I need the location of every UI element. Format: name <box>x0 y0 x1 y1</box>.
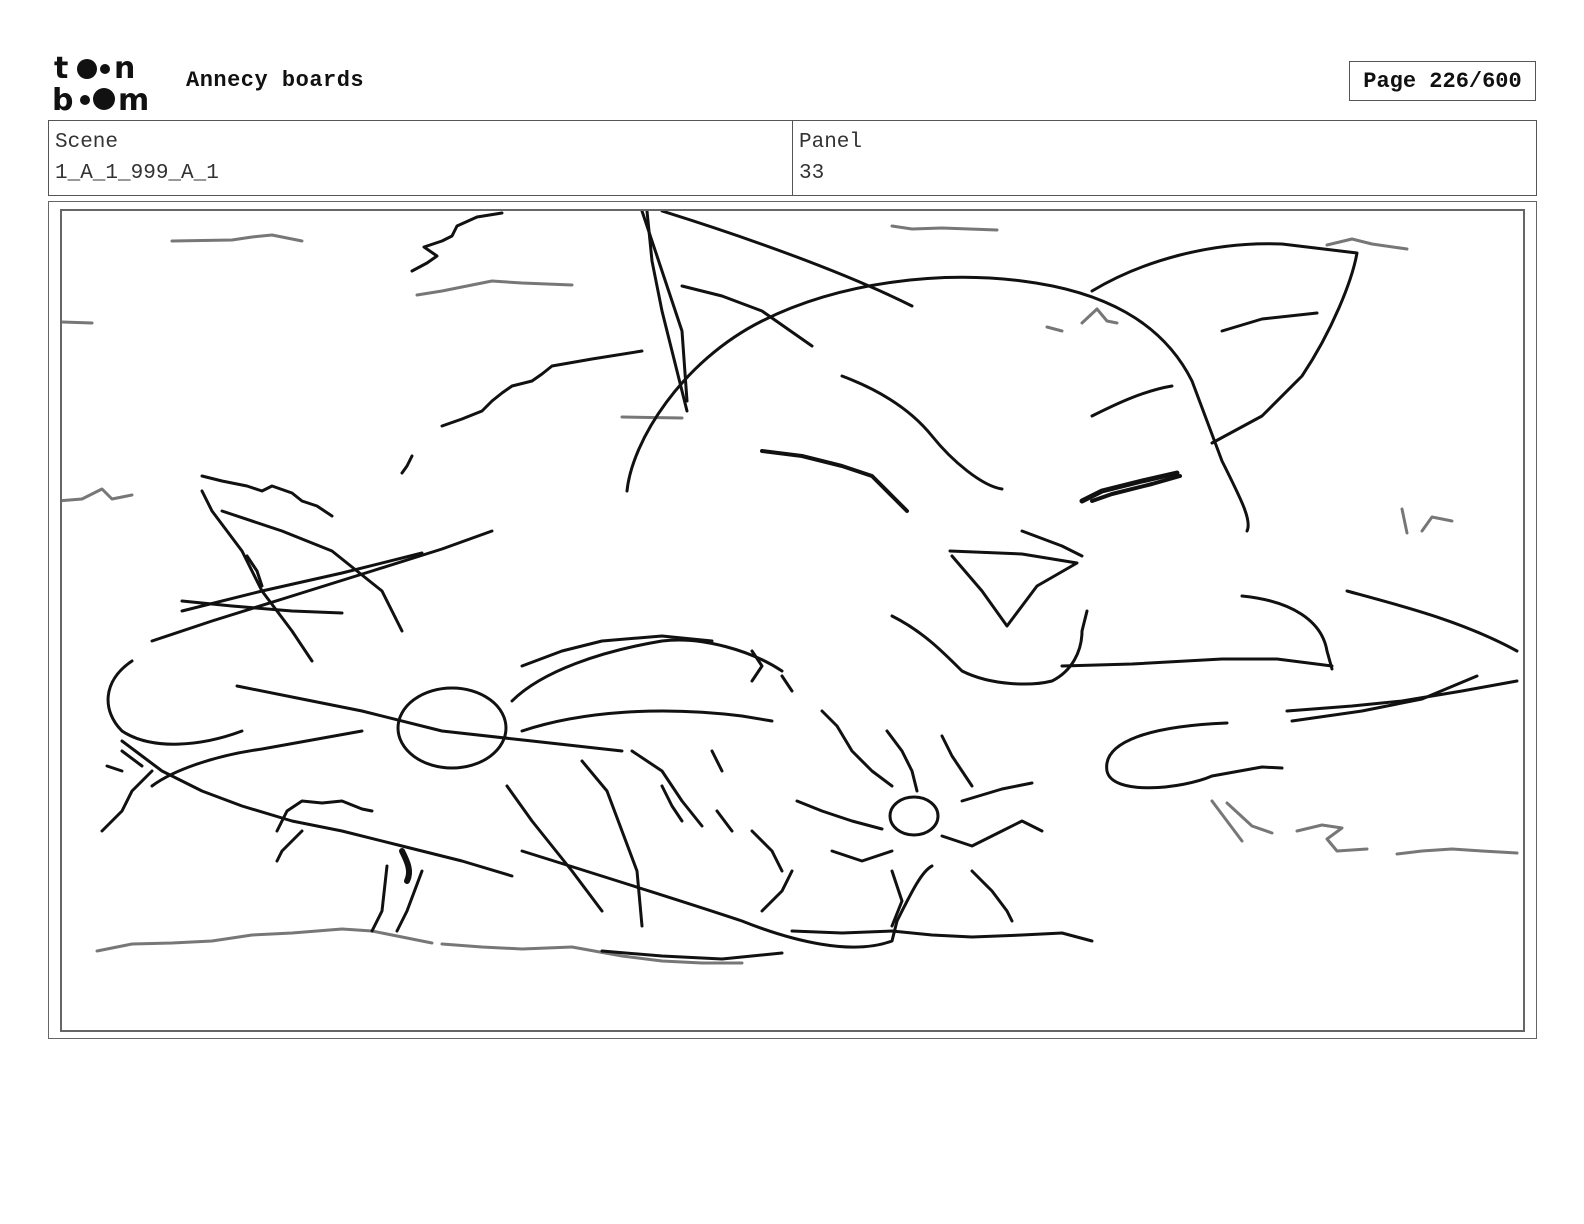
panel-label: Panel <box>799 131 863 154</box>
toon-boom-logo: t n b m <box>52 51 164 118</box>
panel-value: 33 <box>799 162 825 185</box>
sketch-illustration <box>62 211 1519 965</box>
scene-label: Scene <box>55 131 119 154</box>
scene-panel-info: Scene 1_A_1_999_A_1 Panel 33 <box>48 120 1537 196</box>
svg-text:n: n <box>114 52 135 86</box>
page-indicator: Page 226/600 <box>1349 61 1536 101</box>
project-title: Annecy boards <box>186 68 365 93</box>
storyboard-panel <box>60 209 1525 1032</box>
scene-value: 1_A_1_999_A_1 <box>55 162 219 185</box>
svg-text:m: m <box>118 83 149 114</box>
scene-cell: Scene 1_A_1_999_A_1 <box>49 121 792 195</box>
panel-cell: Panel 33 <box>792 121 1536 195</box>
svg-text:t: t <box>54 52 68 86</box>
svg-text:b: b <box>52 83 73 114</box>
